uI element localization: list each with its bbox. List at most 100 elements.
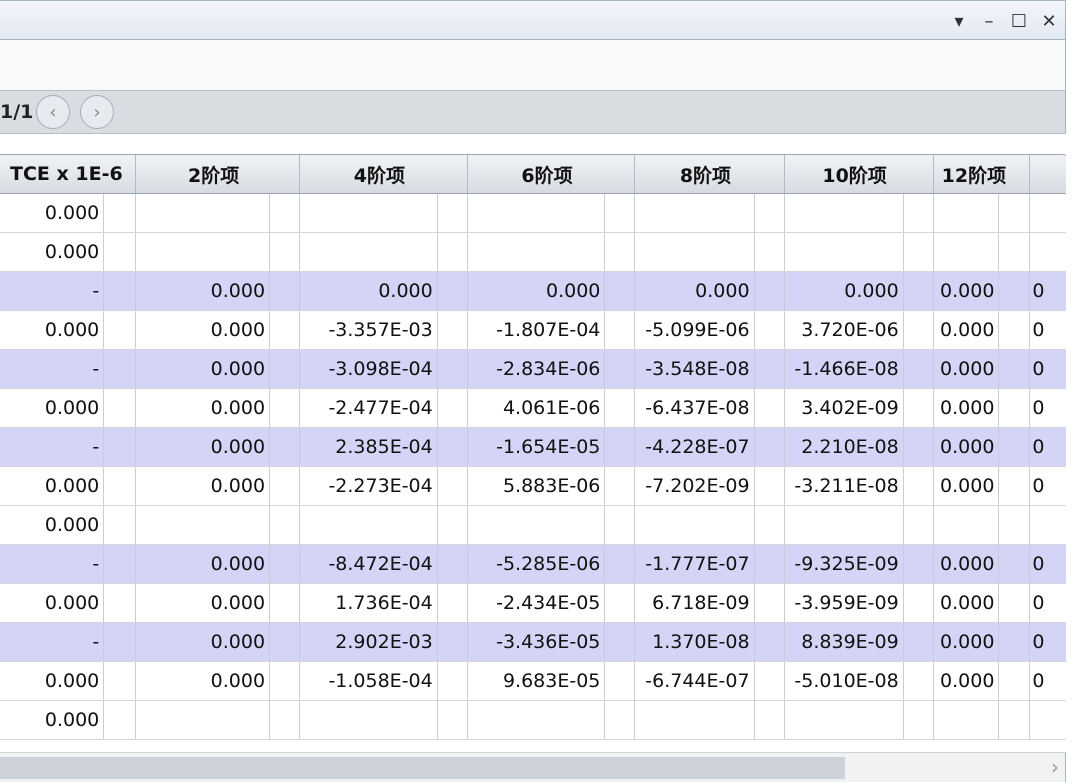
dropdown-menu-icon[interactable]: ▾ [946,7,972,35]
table-cell[interactable]: -6.437E-08 [634,388,755,428]
table-row[interactable]: 0.000 0.000 -2.273E-04 5.883E-06 -7.202E-09-… [0,466,1069,506]
table-cell[interactable] [135,232,271,272]
table-cell[interactable]: 0 [1029,427,1069,467]
table-row[interactable]: -0.000 2.385E-04 -1.654E-05 -4.228E-07 2.210… [0,427,1069,467]
table-cell[interactable]: 0.000 [135,544,271,584]
table-row[interactable]: -0.000 2.902E-03 -3.436E-05 1.370E-08 8.839E… [0,622,1069,662]
table-cell[interactable]: 0.000 [0,505,105,545]
table-cell[interactable]: -3.959E-09 [784,583,904,623]
table-cell[interactable]: 0.000 [634,271,755,311]
table-cell[interactable]: - [0,544,105,584]
table-cell[interactable] [1029,505,1069,545]
table-row[interactable]: 0.000 [0,505,1069,545]
table-row[interactable]: 0.000 [0,193,1069,233]
table-cell[interactable] [1029,193,1069,233]
table-cell[interactable]: 1.736E-04 [299,583,438,623]
table-cell[interactable]: 0.000 [933,427,1000,467]
data-grid[interactable]: TCE x 1E-6 2阶项 4阶项 6阶项 8阶项 10阶项 12阶项 0.0… [0,154,1070,752]
table-cell[interactable] [467,193,606,233]
table-cell[interactable]: -3.436E-05 [467,622,606,662]
table-cell[interactable]: 0 [1029,622,1069,662]
table-row[interactable]: 0.000 0.000 -1.058E-04 9.683E-05 -6.744E-07-… [0,661,1069,701]
horizontal-scrollbar[interactable]: › [0,752,1066,782]
table-cell[interactable] [933,232,1000,272]
next-page-button[interactable]: › [80,95,114,129]
table-cell[interactable]: -5.285E-06 [467,544,606,584]
table-cell[interactable]: 0.000 [0,310,105,350]
close-button[interactable]: ✕ [1036,7,1062,35]
table-cell[interactable]: 0.000 [933,622,1000,662]
table-cell[interactable]: 5.883E-06 [467,466,606,506]
table-cell[interactable]: 0 [1029,388,1069,428]
table-cell[interactable]: 0.000 [0,466,105,506]
table-cell[interactable] [467,700,606,740]
table-cell[interactable]: 0.000 [933,271,1000,311]
table-cell[interactable] [299,505,438,545]
table-cell[interactable] [135,505,271,545]
table-cell[interactable]: 0 [1029,583,1069,623]
table-cell[interactable] [135,193,271,233]
table-cell[interactable]: 2.902E-03 [299,622,438,662]
column-header-tce[interactable]: TCE x 1E-6 [0,155,137,194]
table-cell[interactable] [933,505,1000,545]
table-row[interactable]: -0.000 -8.472E-04 -5.285E-06 -1.777E-07 -9.3… [0,544,1069,584]
table-cell[interactable]: -5.099E-06 [634,310,755,350]
table-cell[interactable]: 0.000 [135,466,271,506]
table-cell[interactable]: 8.839E-09 [784,622,904,662]
table-cell[interactable]: 0.000 [0,232,105,272]
table-cell[interactable]: 3.402E-09 [784,388,904,428]
table-cell[interactable] [784,700,904,740]
table-cell[interactable]: - [0,271,105,311]
minimize-button[interactable]: – [976,7,1002,35]
table-cell[interactable]: 0.000 [933,466,1000,506]
table-cell[interactable]: 0.000 [933,388,1000,428]
column-header-12th-order[interactable]: 12阶项 [933,155,1031,194]
table-cell[interactable]: 0.000 [933,583,1000,623]
scrollbar-thumb[interactable] [0,757,845,779]
column-header-8th-order[interactable]: 8阶项 [634,155,785,194]
table-cell[interactable] [299,232,438,272]
table-cell[interactable]: -1.654E-05 [467,427,606,467]
table-cell[interactable]: 0.000 [135,427,271,467]
table-cell[interactable]: 0 [1029,544,1069,584]
table-cell[interactable]: -3.098E-04 [299,349,438,389]
table-cell[interactable] [784,505,904,545]
table-cell[interactable] [299,700,438,740]
table-cell[interactable] [933,193,1000,233]
table-cell[interactable]: 0.000 [0,388,105,428]
table-cell[interactable]: 0.000 [933,661,1000,701]
table-cell[interactable]: 4.061E-06 [467,388,606,428]
table-row[interactable]: 0.000 0.000 1.736E-04 -2.434E-05 6.718E-09 -3… [0,583,1069,623]
table-row[interactable]: 0.000 [0,700,1069,740]
table-cell[interactable] [634,232,755,272]
table-cell[interactable]: 0.000 [299,271,438,311]
table-cell[interactable]: 0.000 [135,388,271,428]
column-header-10th-order[interactable]: 10阶项 [784,155,934,194]
table-cell[interactable]: -2.834E-06 [467,349,606,389]
table-cell[interactable]: - [0,427,105,467]
table-cell[interactable]: 0.000 [933,310,1000,350]
table-cell[interactable]: -6.744E-07 [634,661,755,701]
column-header-6th-order[interactable]: 6阶项 [467,155,636,194]
table-cell[interactable]: 0 [1029,661,1069,701]
table-cell[interactable]: 6.718E-09 [634,583,755,623]
table-cell[interactable]: 0.000 [0,583,105,623]
table-cell[interactable]: 2.210E-08 [784,427,904,467]
table-cell[interactable]: 0.000 [933,349,1000,389]
prev-page-button[interactable]: ‹ [36,95,70,129]
table-cell[interactable]: 0 [1029,271,1069,311]
table-cell[interactable]: 0.000 [0,661,105,701]
table-row[interactable]: -0.000 -3.098E-04 -2.834E-06 -3.548E-08 -1.4… [0,349,1069,389]
table-cell[interactable] [634,193,755,233]
table-cell[interactable]: 0.000 [135,310,271,350]
table-cell[interactable] [1029,232,1069,272]
table-cell[interactable]: -3.211E-08 [784,466,904,506]
table-cell[interactable]: 9.683E-05 [467,661,606,701]
table-cell[interactable] [299,193,438,233]
table-cell[interactable]: -7.202E-09 [634,466,755,506]
table-cell[interactable]: 0.000 [0,193,105,233]
maximize-button[interactable]: ☐ [1006,7,1032,35]
table-row[interactable]: -0.000 0.000 0.000 0.000 0.000 0.000 0 [0,271,1069,311]
table-cell[interactable] [1029,700,1069,740]
column-header-2nd-order[interactable]: 2阶项 [135,155,301,194]
